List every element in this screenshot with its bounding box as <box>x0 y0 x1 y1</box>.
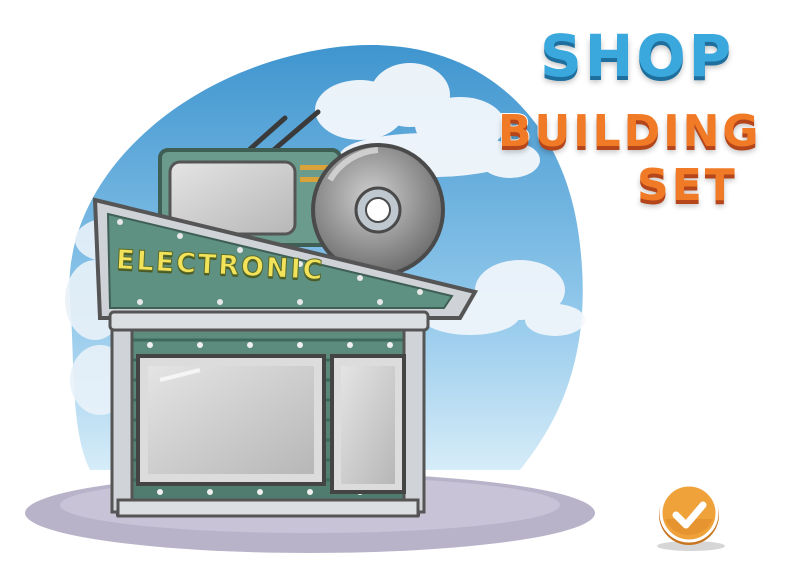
title-building: BUILDING <box>497 105 762 158</box>
title-set: SET <box>636 159 738 212</box>
title-shop: SHOP <box>539 21 735 91</box>
checkmark-icon <box>659 483 719 545</box>
shop-door[interactable] <box>330 354 406 494</box>
checkmark-button[interactable] <box>657 483 721 547</box>
shop-window <box>136 354 326 486</box>
